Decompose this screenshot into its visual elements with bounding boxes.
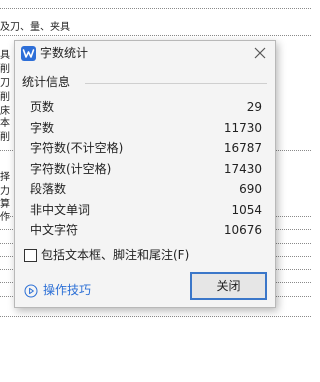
wps-writer-icon bbox=[21, 46, 36, 61]
stat-label: 页数 bbox=[30, 100, 55, 114]
dialog-titlebar[interactable]: 字数统计 bbox=[15, 41, 275, 66]
stat-row: 字符数(不计空格) 16787 bbox=[30, 138, 262, 159]
stat-value: 11730 bbox=[223, 120, 262, 135]
section-divider bbox=[85, 83, 267, 84]
stat-row: 非中文单词 1054 bbox=[30, 200, 262, 221]
section-label: 统计信息 bbox=[22, 75, 75, 90]
text-line bbox=[0, 35, 311, 37]
stat-row: 段落数 690 bbox=[30, 179, 262, 200]
stat-row: 字数 11730 bbox=[30, 118, 262, 139]
stat-row: 中文字符 10676 bbox=[30, 220, 262, 241]
stat-label: 中文字符 bbox=[30, 223, 79, 237]
doc-text: 削 bbox=[0, 64, 10, 75]
stat-row: 字符数(计空格) 17430 bbox=[30, 159, 262, 180]
stats-list: 页数 29 字数 11730 字符数(不计空格) 16787 字符数(计空格) … bbox=[30, 97, 262, 241]
doc-text: 择 bbox=[0, 172, 10, 183]
stat-label: 字符数(不计空格) bbox=[30, 141, 124, 155]
doc-text: 刀 bbox=[0, 78, 10, 89]
stat-label: 字数 bbox=[30, 120, 55, 135]
stat-value: 17430 bbox=[223, 161, 262, 176]
doc-text: 床 bbox=[0, 106, 10, 117]
dialog-title: 字数统计 bbox=[40, 46, 89, 60]
stat-row: 页数 29 bbox=[30, 97, 262, 118]
doc-text: 算 bbox=[0, 199, 10, 210]
doc-text: 及刀、量、夹具 bbox=[0, 22, 70, 33]
stat-value: 10676 bbox=[223, 223, 262, 237]
doc-text: 力 bbox=[0, 186, 10, 197]
doc-text: 作 bbox=[0, 212, 10, 223]
play-circle-icon bbox=[24, 283, 38, 298]
doc-text: 削 bbox=[0, 92, 10, 103]
doc-text: 本 bbox=[0, 118, 10, 129]
stat-value: 690 bbox=[239, 182, 262, 196]
doc-text: 削 bbox=[0, 132, 10, 143]
doc-text: 具 bbox=[0, 50, 10, 61]
stat-label: 字符数(计空格) bbox=[30, 161, 112, 176]
stat-value: 29 bbox=[246, 100, 262, 114]
word-count-dialog: 字数统计 统计信息 页数 29 字数 11730 字符数(不计空格) 16787… bbox=[14, 40, 276, 308]
tips-label[interactable]: 操作技巧 bbox=[43, 282, 91, 298]
text-line bbox=[0, 316, 311, 318]
include-checkbox[interactable] bbox=[24, 249, 37, 262]
stat-label: 段落数 bbox=[30, 182, 67, 196]
include-checkbox-label[interactable]: 包括文本框、脚注和尾注(F) bbox=[41, 247, 189, 263]
close-button[interactable]: 关闭 bbox=[190, 272, 267, 300]
stat-value: 16787 bbox=[223, 141, 262, 155]
stat-label: 非中文单词 bbox=[30, 202, 91, 217]
stat-value: 1054 bbox=[231, 202, 262, 217]
close-icon[interactable] bbox=[251, 44, 269, 62]
text-line bbox=[0, 8, 311, 10]
